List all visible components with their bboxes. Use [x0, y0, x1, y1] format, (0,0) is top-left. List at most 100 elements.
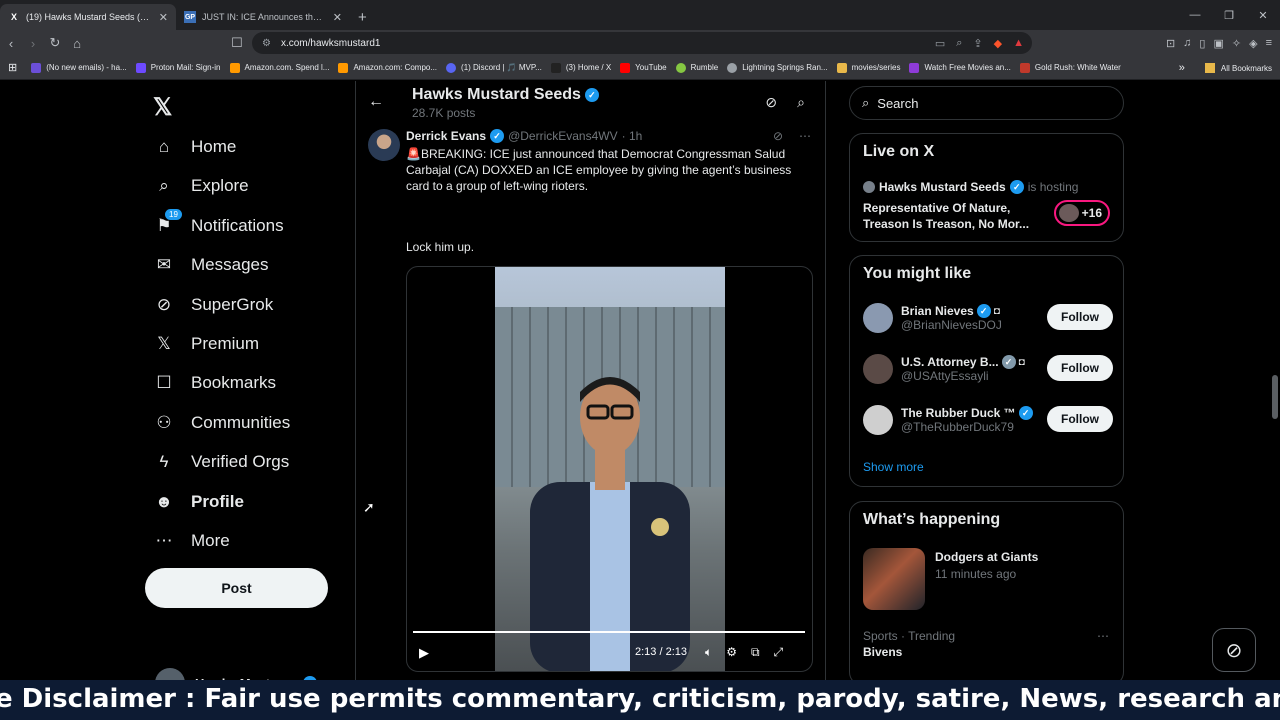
- site-info-icon[interactable]: ⚙: [262, 38, 271, 49]
- nav-label: Premium: [191, 334, 260, 353]
- nav-label: SuperGrok: [191, 295, 274, 314]
- author-name[interactable]: Derrick Evans: [406, 129, 486, 143]
- discord-icon: [446, 62, 457, 73]
- people-icon: ⚇: [156, 413, 172, 432]
- post-button[interactable]: Post: [145, 568, 328, 608]
- nav-verified-orgs[interactable]: ϟ Verified Orgs: [153, 447, 290, 477]
- cast-icon[interactable]: ▭: [935, 37, 945, 50]
- forward-arrow-icon[interactable]: ›: [22, 36, 44, 51]
- tab-title: JUST IN: ICE Announces that Rep. Salud: [202, 12, 327, 22]
- nav-home[interactable]: ⌂ Home: [153, 132, 237, 162]
- follow-button[interactable]: Follow: [1047, 355, 1113, 381]
- bookmark-item[interactable]: Rumble: [675, 62, 718, 73]
- back-arrow-icon[interactable]: ←: [368, 93, 384, 111]
- search-input[interactable]: ⌕ Search: [849, 86, 1124, 120]
- live-host[interactable]: Hawks Mustard Seeds ✓ is hosting: [863, 180, 1078, 194]
- home-icon[interactable]: ⌂: [66, 36, 88, 51]
- follow-button[interactable]: Follow: [1047, 406, 1113, 432]
- follow-suggestion[interactable]: Brian Nieves ✓ ◘ @BrianNievesDOJ Follow: [863, 301, 1113, 335]
- vpn-icon[interactable]: ◈: [1249, 37, 1257, 50]
- avatar[interactable]: [368, 129, 400, 161]
- bookmark-folder[interactable]: movies/series: [836, 62, 900, 73]
- video-time: 2:13 / 2:13: [635, 646, 687, 658]
- volume-icon[interactable]: 🔈︎: [705, 645, 712, 660]
- bookmark-page-icon[interactable]: ☐: [226, 35, 248, 51]
- bookmark-item[interactable]: (1) Discord | 🎵 MVP...: [446, 62, 542, 73]
- bookmarks-overflow-button[interactable]: »: [1179, 62, 1185, 74]
- new-tab-button[interactable]: +: [350, 9, 375, 30]
- trend-name[interactable]: Bivens: [863, 645, 902, 659]
- nav-communities[interactable]: ⚇ Communities: [153, 408, 290, 438]
- bookmark-item[interactable]: Lightning Springs Ran...: [727, 62, 828, 73]
- nav-notifications[interactable]: ⚑ 19 Notifications: [153, 209, 284, 241]
- x-logo-icon[interactable]: 𝕏: [153, 93, 172, 122]
- author-handle[interactable]: @DerrickEvans4WV: [508, 129, 618, 143]
- menu-icon[interactable]: ≡: [1266, 37, 1272, 49]
- ai-icon[interactable]: ✧: [1232, 37, 1241, 50]
- apps-icon[interactable]: ⊞: [8, 61, 17, 74]
- picture-in-picture-icon[interactable]: ⧉: [751, 645, 760, 660]
- close-window-icon[interactable]: ✕: [1246, 9, 1280, 22]
- share-icon[interactable]: ⇪: [973, 37, 982, 50]
- grok-icon[interactable]: ⊘: [773, 129, 783, 143]
- bookmark-item[interactable]: Gold Rush: White Water: [1019, 62, 1121, 73]
- bookmarks-overflow-area: » All Bookmarks: [1179, 56, 1272, 80]
- bookmark-item[interactable]: (3) Home / X: [550, 62, 611, 73]
- address-bar[interactable]: ⚙ x.com/hawksmustard1 ▭ ⌕ ⇪ ◆ ▲: [252, 32, 1032, 54]
- nav-messages[interactable]: ✉ Messages: [153, 250, 269, 280]
- close-tab-icon[interactable]: ✕: [159, 11, 168, 24]
- trend-image[interactable]: [863, 548, 925, 610]
- bookmark-item[interactable]: Proton Mail: Sign-in: [135, 62, 221, 73]
- live-listeners[interactable]: +16: [1054, 200, 1110, 226]
- music-icon[interactable]: ♫: [1183, 37, 1191, 49]
- nav-profile[interactable]: ☻ Profile: [153, 487, 244, 517]
- bookmark-item[interactable]: Watch Free Movies an...: [909, 62, 1011, 73]
- sidebar-toggle-icon[interactable]: ▯: [1199, 37, 1205, 50]
- bookmark-item[interactable]: Amazon.com: Compo...: [338, 62, 437, 73]
- grok-icon[interactable]: ⊘: [765, 94, 777, 111]
- live-stream-title[interactable]: Representative Of Nature, Treason Is Tre…: [863, 200, 1043, 232]
- nav-bookmarks[interactable]: ☐ Bookmarks: [153, 368, 276, 398]
- bookmark-item[interactable]: Amazon.com. Spend l...: [229, 62, 329, 73]
- follow-button[interactable]: Follow: [1047, 304, 1113, 330]
- follow-suggestion[interactable]: The Rubber Duck ™ ✓ @TheRubberDuck79 Foll…: [863, 403, 1113, 437]
- nav-supergrok[interactable]: ⊘ SuperGrok: [153, 290, 273, 320]
- brave-shield-icon[interactable]: ◆: [994, 37, 1002, 50]
- search-icon: ⌕: [159, 176, 169, 195]
- screenshot-icon[interactable]: ⊡: [1166, 37, 1175, 50]
- suggestion-names: The Rubber Duck ™ ✓ @TheRubberDuck79: [901, 406, 1041, 434]
- video-player[interactable]: ▶ 2:13 / 2:13 🔈︎ ⚙ ⧉ ⤢: [406, 266, 813, 672]
- fullscreen-icon[interactable]: ⤢: [774, 645, 784, 660]
- show-more-link[interactable]: Show more: [863, 460, 924, 474]
- reload-icon[interactable]: ↻: [44, 35, 66, 51]
- scrollbar[interactable]: [1272, 375, 1278, 419]
- bookmark-item[interactable]: YouTube: [620, 62, 667, 73]
- play-icon[interactable]: ▶: [419, 645, 429, 661]
- video-progress-bar[interactable]: [413, 631, 805, 633]
- trend-title[interactable]: Dodgers at Giants: [935, 550, 1038, 564]
- bookmark-item[interactable]: (No new emails) - ha...: [31, 62, 127, 73]
- back-arrow-icon[interactable]: ‹: [0, 36, 22, 51]
- all-bookmarks-link[interactable]: All Bookmarks: [1221, 64, 1272, 73]
- nav-label: Communities: [191, 413, 291, 432]
- nav-explore[interactable]: ⌕ Explore: [153, 171, 248, 201]
- settings-icon[interactable]: ⚙: [726, 645, 737, 660]
- nav-premium[interactable]: 𝕏 Premium: [153, 329, 259, 359]
- search-icon[interactable]: ⌕: [797, 94, 805, 111]
- browser-tab-active[interactable]: X (19) Hawks Mustard Seeds (@hawk ✕: [0, 4, 176, 30]
- minimize-icon[interactable]: —: [1178, 9, 1212, 21]
- restore-icon[interactable]: ❐: [1212, 9, 1246, 22]
- brave-rewards-icon[interactable]: ▲: [1013, 37, 1024, 49]
- grok-floating-button[interactable]: ⊘: [1212, 628, 1256, 672]
- nav-more[interactable]: ⋯ More: [153, 526, 230, 556]
- tweet-time[interactable]: · 1h: [622, 129, 643, 143]
- tweet-text: 🚨BREAKING: ICE just announced that Democ…: [406, 147, 792, 193]
- close-tab-icon[interactable]: ✕: [333, 11, 342, 24]
- browser-tab-inactive[interactable]: GP JUST IN: ICE Announces that Rep. Salu…: [176, 4, 350, 30]
- wallet-icon[interactable]: ▣: [1213, 37, 1223, 50]
- more-icon[interactable]: ⋯: [799, 129, 811, 143]
- more-icon[interactable]: ⋯: [1097, 629, 1109, 643]
- follow-suggestion[interactable]: U.S. Attorney B... ✓ ◘ @USAttyEssayli Foll…: [863, 352, 1113, 386]
- zoom-icon[interactable]: ⌕: [956, 37, 962, 50]
- verified-badge-icon: ✓: [490, 129, 505, 143]
